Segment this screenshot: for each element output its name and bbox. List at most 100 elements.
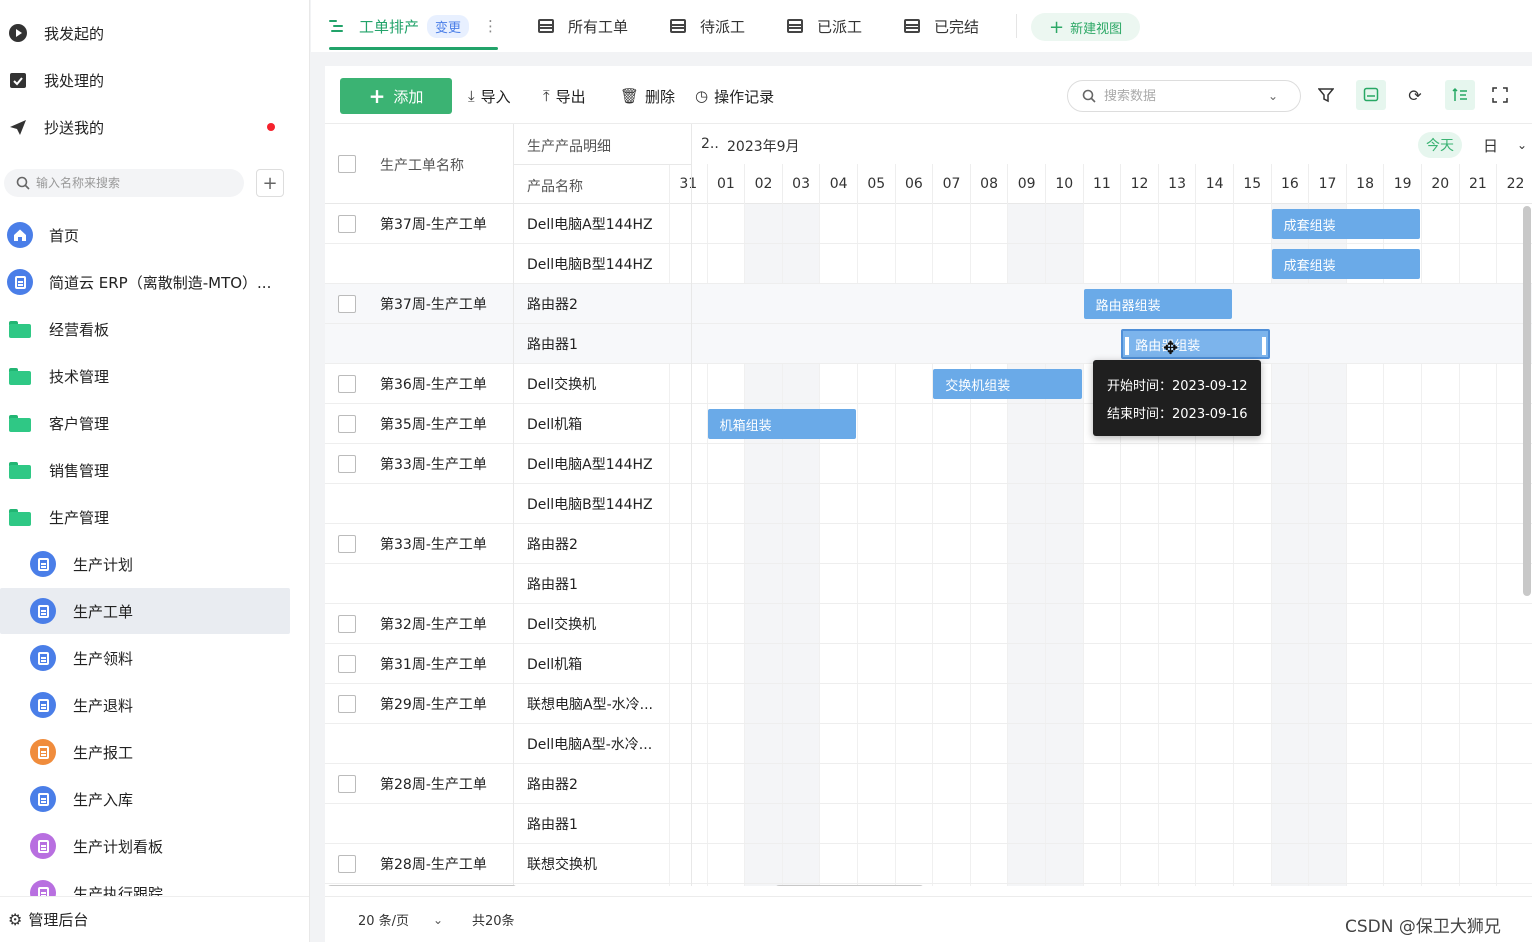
resize-handle-left[interactable] — [1125, 337, 1130, 355]
select-all-checkbox[interactable] — [338, 155, 356, 173]
gantt-bar[interactable]: 机箱组装 — [707, 409, 856, 439]
sidebar-item-cc[interactable]: 抄送我的 — [0, 107, 300, 147]
sidebar-item-12[interactable]: 生产入库 — [0, 776, 290, 822]
sidebar-add-button[interactable]: + — [256, 169, 284, 197]
page-size-select[interactable]: 20 条/页 — [358, 910, 409, 929]
row-checkbox[interactable] — [338, 295, 356, 313]
gantt-bar[interactable]: 路由器组装 — [1121, 329, 1270, 359]
row-checkbox[interactable] — [338, 215, 356, 233]
log-button[interactable]: ◷ 操作记录 — [695, 84, 774, 108]
order-name-cell: 第36周-生产工单 — [380, 377, 487, 393]
table-row[interactable]: 第28周-生产工单 联想交换机 — [325, 844, 1532, 884]
chevron-down-icon: ⌄ — [1516, 138, 1527, 152]
sidebar-item-4[interactable]: 客户管理 — [0, 400, 290, 446]
chevron-down-icon[interactable]: ⌄ — [1268, 89, 1278, 103]
row-checkbox[interactable] — [338, 775, 356, 793]
sidebar-item-6[interactable]: 生产管理 — [0, 494, 290, 540]
gantt-bar[interactable]: 交换机组装 — [933, 369, 1082, 399]
add-button[interactable]: + 添加 — [340, 78, 452, 114]
product-cell: Dell交换机 — [527, 377, 597, 393]
gantt-bar[interactable]: 路由器组装 — [1083, 289, 1232, 319]
change-badge[interactable]: 变更 — [427, 14, 470, 38]
tab-all-orders[interactable]: 所有工单 — [538, 0, 628, 52]
row-checkbox[interactable] — [338, 415, 356, 433]
form-icon — [30, 786, 56, 812]
month-label: 2023年9月 — [727, 139, 800, 155]
scale-select[interactable]: 日 ⌄ — [1483, 132, 1527, 158]
table-row[interactable]: 第35周-生产工单 Dell机箱 — [325, 404, 1532, 444]
plus-icon: + — [1049, 16, 1065, 38]
sidebar-item-1[interactable]: 简道云 ERP（离散制造-MTO）... — [0, 259, 290, 305]
sidebar-item-11[interactable]: 生产报工 — [0, 729, 290, 775]
day-header: 15 — [1233, 164, 1271, 204]
import-button[interactable]: ⤓ 导入 — [468, 84, 511, 108]
sidebar-search-input[interactable] — [36, 176, 236, 190]
table-row[interactable]: 第33周-生产工单 路由器2 — [325, 524, 1532, 564]
sidebar-item-13[interactable]: 生产计划看板 — [0, 823, 290, 869]
sidebar-item-handled[interactable]: 我处理的 — [0, 60, 300, 100]
row-checkbox[interactable] — [338, 655, 356, 673]
resize-handle-right[interactable] — [1261, 337, 1266, 355]
sidebar-item-10[interactable]: 生产退料 — [0, 682, 290, 728]
search-input[interactable] — [1104, 88, 1264, 104]
tab-completed[interactable]: 已完结 — [904, 0, 979, 52]
table-row[interactable]: 路由器1 — [325, 324, 1532, 364]
order-name-cell: 第32周-生产工单 — [380, 617, 487, 633]
row-checkbox[interactable] — [338, 375, 356, 393]
delete-button[interactable]: 🗑 删除 — [620, 84, 675, 108]
main-panel: + 添加 ⤓ 导入 ⤒ 导出 🗑 删除 ◷ 操作记录 ⌄ ⟳ — [325, 66, 1532, 942]
filter-icon[interactable] — [1311, 80, 1341, 110]
today-button[interactable]: 今天 — [1418, 132, 1462, 158]
chevron-down-icon[interactable]: ⌄ — [433, 913, 443, 927]
sidebar-item-9[interactable]: 生产领料 — [0, 635, 290, 681]
table-row[interactable]: 路由器1 — [325, 804, 1532, 844]
table-row[interactable]: 第28周-生产工单 路由器2 — [325, 764, 1532, 804]
table-row[interactable]: 第29周-生产工单 联想电脑A型-水冷... — [325, 684, 1532, 724]
table-row[interactable]: 路由器1 — [325, 564, 1532, 604]
sidebar-item-7[interactable]: 生产计划 — [0, 541, 290, 587]
sidebar-item-label: 生产入库 — [73, 790, 134, 809]
sidebar-item-2[interactable]: 经营看板 — [0, 306, 290, 352]
row-checkbox[interactable] — [338, 535, 356, 553]
export-label: 导出 — [555, 87, 586, 106]
timeline-hscrollbar[interactable] — [775, 885, 924, 886]
sort-icon[interactable] — [1445, 80, 1475, 110]
tab-label: 已派工 — [817, 17, 863, 36]
sidebar-item-5[interactable]: 销售管理 — [0, 447, 290, 493]
row-checkbox[interactable] — [338, 455, 356, 473]
sidebar-item-3[interactable]: 技术管理 — [0, 353, 290, 399]
table-row[interactable]: Dell电脑A型-水冷... — [325, 724, 1532, 764]
table-row[interactable]: 第31周-生产工单 Dell机箱 — [325, 644, 1532, 684]
row-checkbox[interactable] — [338, 855, 356, 873]
tab-dispatched[interactable]: 已派工 — [787, 0, 862, 52]
refresh-icon[interactable]: ⟳ — [1400, 80, 1430, 110]
table-row[interactable]: 第32周-生产工单 Dell交换机 — [325, 604, 1532, 644]
timeline-vscrollbar[interactable] — [1523, 206, 1531, 596]
new-view-button[interactable]: + 新建视图 — [1031, 13, 1141, 41]
table-row[interactable]: 第36周-生产工单 Dell交换机 — [325, 364, 1532, 404]
log-label: 操作记录 — [714, 87, 775, 106]
tab-schedule[interactable]: 工单排产 变更 ⋮ — [329, 0, 499, 52]
gantt-bar[interactable]: 成套组装 — [1271, 209, 1420, 239]
export-icon: ⤒ — [543, 87, 550, 105]
table-row[interactable]: Dell电脑B型144HZ — [325, 484, 1532, 524]
sidebar-item-8[interactable]: 生产工单 — [0, 588, 290, 634]
sidebar-item-label: 首页 — [49, 226, 80, 245]
export-button[interactable]: ⤒ 导出 — [543, 84, 586, 108]
fullscreen-icon[interactable] — [1485, 80, 1515, 110]
gantt-bar[interactable]: 成套组装 — [1271, 249, 1420, 279]
order-name-cell: 第28周-生产工单 — [380, 857, 487, 873]
row-checkbox[interactable] — [338, 615, 356, 633]
col-header-product: 产品名称 — [527, 179, 583, 195]
tab-pending-dispatch[interactable]: 待派工 — [670, 0, 745, 52]
view-settings-icon[interactable] — [1356, 80, 1386, 110]
admin-link[interactable]: ⚙ 管理后台 — [0, 896, 309, 942]
more-icon[interactable]: ⋮ — [483, 17, 498, 35]
row-checkbox[interactable] — [338, 695, 356, 713]
order-name-cell: 第31周-生产工单 — [380, 657, 487, 673]
table-row[interactable]: 第37周-生产工单 路由器2 — [325, 284, 1532, 324]
sidebar-item-0[interactable]: 首页 — [0, 212, 290, 258]
sidebar-item-initiated[interactable]: 我发起的 — [0, 13, 300, 53]
table-row[interactable]: 第33周-生产工单 Dell电脑A型144HZ — [325, 444, 1532, 484]
table-hscrollbar[interactable] — [327, 885, 517, 886]
